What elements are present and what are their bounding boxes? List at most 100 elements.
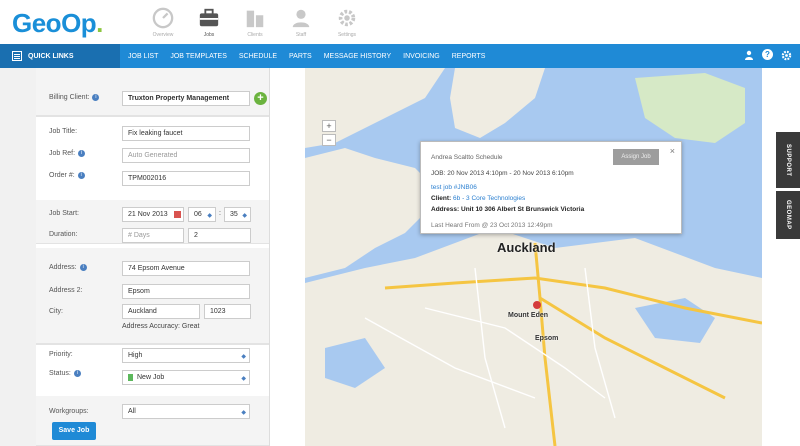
logo-dot: . bbox=[96, 8, 103, 38]
select-arrow-icon: ◆ bbox=[207, 213, 212, 219]
workgroups-select[interactable]: All ◆ bbox=[122, 404, 250, 419]
address-field[interactable]: 74 Epsom Avenue bbox=[122, 261, 250, 276]
job-start-label: Job Start: bbox=[49, 210, 79, 217]
popup-client-link[interactable]: 6b - 3 Core Technologies bbox=[453, 195, 525, 202]
job-form: Billing Client: i Truxton Property Manage… bbox=[36, 68, 270, 446]
priority-select[interactable]: High ◆ bbox=[122, 348, 250, 363]
help-icon[interactable]: ? bbox=[762, 49, 773, 60]
popup-title: Andrea Scaltto Schedule bbox=[431, 154, 503, 161]
duration-field[interactable]: 2 bbox=[188, 228, 251, 243]
priority-label: Priority: bbox=[49, 351, 73, 358]
map-canvas[interactable] bbox=[305, 68, 762, 446]
flag-icon bbox=[128, 373, 133, 381]
info-icon: i bbox=[79, 264, 87, 271]
zoom-in-button[interactable]: + bbox=[322, 120, 336, 132]
address-label: Address: i bbox=[49, 264, 87, 271]
nav-job-list[interactable]: JOB LIST bbox=[128, 53, 158, 60]
info-icon: i bbox=[77, 172, 85, 179]
status-select[interactable]: New Job ◆ bbox=[122, 370, 250, 385]
schedule-popup: Andrea Scaltto Schedule Assign Job × JOB… bbox=[420, 141, 682, 234]
clients-nav[interactable]: Clients bbox=[232, 4, 278, 42]
save-job-button[interactable]: Save Job bbox=[52, 422, 96, 440]
quick-links-button[interactable]: QUICK LINKS bbox=[0, 44, 120, 68]
staff-label: Staff bbox=[295, 32, 307, 38]
quick-links-label: QUICK LINKS bbox=[28, 52, 74, 60]
popup-client-line: Client: 6b - 3 Core Technologies bbox=[431, 195, 526, 202]
geomap-tab[interactable]: GEOMAP bbox=[776, 191, 800, 239]
zoom-out-button[interactable]: − bbox=[322, 134, 336, 146]
user-icon[interactable] bbox=[743, 49, 755, 61]
city-field[interactable]: Auckland bbox=[122, 304, 200, 319]
map-gap bbox=[270, 68, 305, 446]
staff-icon bbox=[292, 9, 310, 28]
settings-icon[interactable] bbox=[780, 49, 792, 61]
workgroups-label: Workgroups: bbox=[49, 408, 89, 415]
settings-label: Settings bbox=[337, 32, 357, 38]
nav-message-history[interactable]: MESSAGE HISTORY bbox=[324, 53, 391, 60]
close-icon[interactable]: × bbox=[670, 146, 675, 156]
top-bar: GeoOp. Overview Jobs Clients Staff Setti… bbox=[0, 0, 800, 44]
map-marker-icon bbox=[533, 301, 541, 309]
popup-job-line: JOB: 20 Nov 2013 4:10pm - 20 Nov 2013 6:… bbox=[431, 170, 574, 177]
overview-label: Overview bbox=[152, 32, 174, 38]
menu-icon bbox=[12, 51, 22, 61]
nav-reports[interactable]: REPORTS bbox=[452, 53, 486, 60]
support-tab[interactable]: SUPPORT bbox=[776, 132, 800, 188]
nav-invoicing[interactable]: INVOICING bbox=[403, 53, 440, 60]
staff-nav[interactable]: Staff bbox=[278, 4, 324, 42]
briefcase-icon bbox=[199, 8, 219, 27]
building-icon bbox=[246, 10, 264, 28]
billing-client-label: Billing Client: i bbox=[49, 94, 100, 101]
time-separator: : bbox=[219, 210, 221, 217]
job-title-label: Job Title: bbox=[49, 128, 78, 135]
select-arrow-icon: ◆ bbox=[241, 354, 246, 360]
map-label-auckland: Auckland bbox=[497, 240, 556, 255]
assign-job-button[interactable]: Assign Job bbox=[613, 149, 659, 165]
map-label-mount-eden: Mount Eden bbox=[508, 312, 549, 319]
job-ref-field[interactable]: Auto Generated bbox=[122, 148, 250, 163]
job-start-hour-select[interactable]: 06 ◆ bbox=[188, 207, 216, 222]
info-icon: i bbox=[73, 370, 81, 377]
popup-job-link[interactable]: test job #JNB06 bbox=[431, 184, 477, 191]
main-nav: QUICK LINKS JOB LIST JOB TEMPLATES SCHED… bbox=[0, 44, 800, 68]
logo[interactable]: GeoOp. bbox=[12, 8, 103, 39]
add-client-button[interactable]: + bbox=[254, 92, 267, 105]
nav-schedule[interactable]: SCHEDULE bbox=[239, 53, 277, 60]
order-label: Order #: i bbox=[49, 172, 85, 179]
select-arrow-icon: ◆ bbox=[241, 410, 246, 416]
address-accuracy: Address Accuracy: Great bbox=[122, 323, 200, 330]
jobs-label: Jobs bbox=[203, 32, 215, 38]
settings-nav[interactable]: Settings bbox=[324, 4, 370, 42]
calendar-icon[interactable] bbox=[174, 211, 181, 218]
job-details-section bbox=[36, 116, 269, 117]
map[interactable] bbox=[305, 68, 762, 446]
address2-label: Address 2: bbox=[49, 287, 83, 294]
status-label: Status: i bbox=[49, 370, 81, 377]
popup-address-line: Address: Unit 10 306 Albert St Brunswick… bbox=[431, 206, 585, 213]
top-icon-bar: Overview Jobs Clients Staff Settings bbox=[140, 4, 370, 42]
left-margin bbox=[0, 68, 36, 446]
postcode-field[interactable]: 1023 bbox=[204, 304, 251, 319]
address2-field[interactable]: Epsom bbox=[122, 284, 250, 299]
order-field[interactable]: TPM002016 bbox=[122, 171, 250, 186]
job-start-date-field[interactable]: 21 Nov 2013 bbox=[122, 207, 184, 222]
city-label: City: bbox=[49, 308, 63, 315]
right-margin bbox=[762, 68, 800, 446]
duration-label: Duration: bbox=[49, 231, 78, 238]
map-label-epsom: Epsom bbox=[535, 335, 559, 342]
job-ref-label: Job Ref: i bbox=[49, 150, 86, 157]
info-icon: i bbox=[92, 94, 100, 101]
duration-unit-field[interactable]: # Days bbox=[122, 228, 184, 243]
billing-client-field[interactable]: Truxton Property Management bbox=[122, 91, 250, 106]
nav-parts[interactable]: PARTS bbox=[289, 53, 312, 60]
select-arrow-icon: ◆ bbox=[242, 213, 247, 219]
nav-right-icons: ? bbox=[743, 49, 792, 61]
job-start-min-select[interactable]: 35 ◆ bbox=[224, 207, 251, 222]
job-title-field[interactable]: Fix leaking faucet bbox=[122, 126, 250, 141]
select-arrow-icon: ◆ bbox=[241, 376, 246, 382]
clients-label: Clients bbox=[247, 32, 263, 38]
jobs-nav[interactable]: Jobs bbox=[186, 4, 232, 42]
nav-job-templates[interactable]: JOB TEMPLATES bbox=[170, 53, 227, 60]
popup-last-heard: Last Heard From @ 23 Oct 2013 12:49pm bbox=[431, 222, 553, 229]
overview-nav[interactable]: Overview bbox=[140, 4, 186, 42]
